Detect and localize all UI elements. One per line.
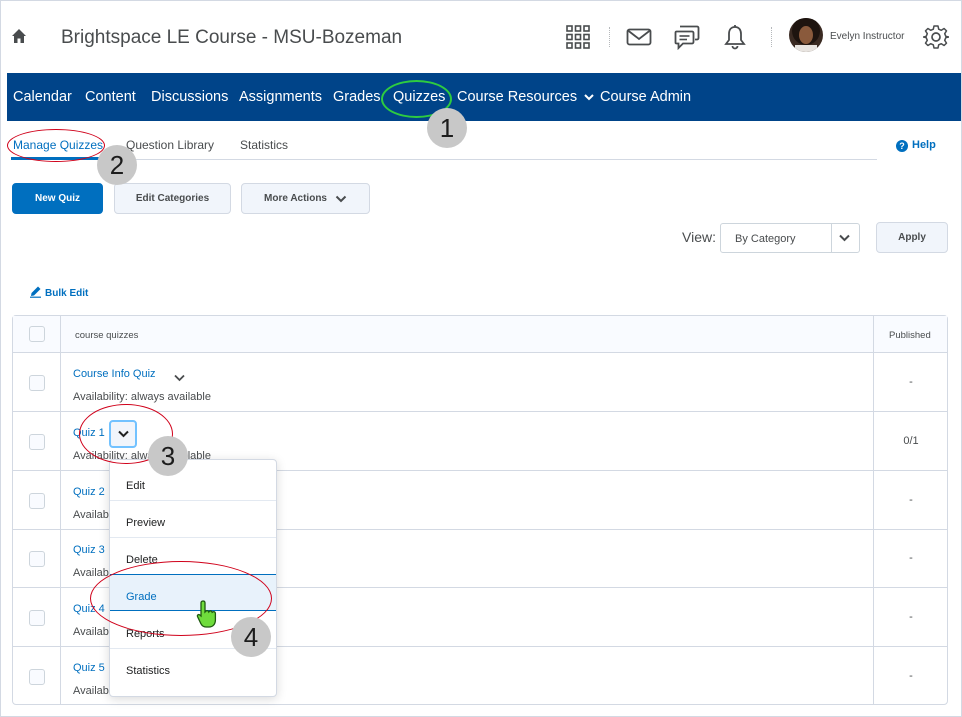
row-checkbox[interactable]	[29, 551, 45, 567]
published-value: -	[909, 376, 913, 388]
pencil-icon	[30, 286, 41, 298]
quiz-link[interactable]: Course Info Quiz	[73, 368, 156, 380]
mail-icon[interactable]	[626, 24, 652, 50]
published-value: -	[909, 552, 913, 564]
callout-number: 1	[427, 108, 467, 148]
availability-text: Availability: always available	[73, 391, 211, 403]
table-header: course quizzes Published	[13, 316, 947, 353]
course-title[interactable]: Brightspace LE Course - MSU-Bozeman	[61, 27, 402, 49]
avatar[interactable]	[789, 18, 823, 52]
course-navbar: Calendar Content Discussions Assignments…	[7, 73, 961, 121]
nav-course-resources-label: Course Resources	[457, 89, 578, 105]
chevron-down-icon[interactable]	[174, 374, 185, 382]
row-checkbox[interactable]	[29, 669, 45, 685]
row-checkbox[interactable]	[29, 493, 45, 509]
nav-grades[interactable]: Grades	[333, 89, 381, 105]
chevron-down-icon	[839, 234, 850, 242]
more-actions-button[interactable]: More Actions	[241, 183, 370, 214]
bulk-edit-label: Bulk Edit	[45, 288, 89, 299]
callout-number: 2	[97, 145, 137, 185]
view-label: View:	[682, 229, 716, 245]
row-checkbox[interactable]	[29, 375, 45, 391]
callout-number: 3	[148, 436, 188, 476]
more-actions-label: More Actions	[264, 193, 327, 204]
help-label: Help	[912, 139, 936, 151]
bulk-edit-button[interactable]: Bulk Edit	[29, 285, 88, 299]
bell-icon[interactable]	[722, 24, 748, 50]
table-row: Course Info Quiz Availability: always av…	[13, 353, 947, 412]
header-category: course quizzes	[75, 330, 139, 341]
select-divider	[831, 224, 832, 252]
published-value: 0/1	[903, 435, 919, 447]
published-value: -	[909, 494, 913, 506]
row-checkbox[interactable]	[29, 610, 45, 626]
tab-question-library[interactable]: Question Library	[126, 138, 214, 152]
waffle-menu-icon[interactable]	[565, 24, 591, 50]
header-published: Published	[889, 330, 931, 341]
select-all-checkbox[interactable]	[29, 326, 45, 342]
chat-icon[interactable]	[674, 24, 700, 50]
view-select[interactable]: By Category	[720, 223, 860, 253]
gear-icon[interactable]	[923, 24, 949, 50]
help-link[interactable]: ? Help	[896, 139, 936, 152]
nav-content[interactable]: Content	[85, 89, 136, 105]
edit-categories-button[interactable]: Edit Categories	[114, 183, 231, 214]
callout-number: 4	[231, 617, 271, 657]
nav-course-admin[interactable]: Course Admin	[600, 89, 691, 105]
chevron-down-icon	[335, 195, 347, 202]
view-select-value: By Category	[735, 233, 796, 245]
quiz-link[interactable]: Quiz 2	[73, 486, 105, 498]
home-icon[interactable]	[11, 28, 27, 44]
tab-divider	[11, 159, 877, 160]
quiz-link[interactable]: Quiz 3	[73, 544, 105, 556]
user-name[interactable]: Evelyn Instructor	[830, 31, 904, 42]
nav-course-resources[interactable]: Course Resources	[457, 89, 594, 105]
menu-item-edit[interactable]: Edit	[110, 464, 276, 501]
header-separator	[609, 27, 610, 47]
highlight-manage-quizzes	[7, 129, 105, 162]
apply-button[interactable]: Apply	[876, 222, 948, 253]
menu-item-preview[interactable]: Preview	[110, 501, 276, 538]
new-quiz-button[interactable]: New Quiz	[12, 183, 103, 214]
nav-discussions[interactable]: Discussions	[151, 89, 228, 105]
tab-statistics[interactable]: Statistics	[240, 138, 288, 152]
chevron-down-icon	[584, 94, 594, 101]
quiz-link[interactable]: Quiz 5	[73, 662, 105, 674]
row-checkbox[interactable]	[29, 434, 45, 450]
published-value: -	[909, 611, 913, 623]
header-separator	[771, 27, 772, 47]
help-icon: ?	[896, 140, 908, 152]
nav-calendar[interactable]: Calendar	[13, 89, 72, 105]
published-value: -	[909, 670, 913, 682]
nav-assignments[interactable]: Assignments	[239, 89, 322, 105]
top-header: Brightspace LE Course - MSU-Bozeman Evel…	[0, 0, 962, 72]
